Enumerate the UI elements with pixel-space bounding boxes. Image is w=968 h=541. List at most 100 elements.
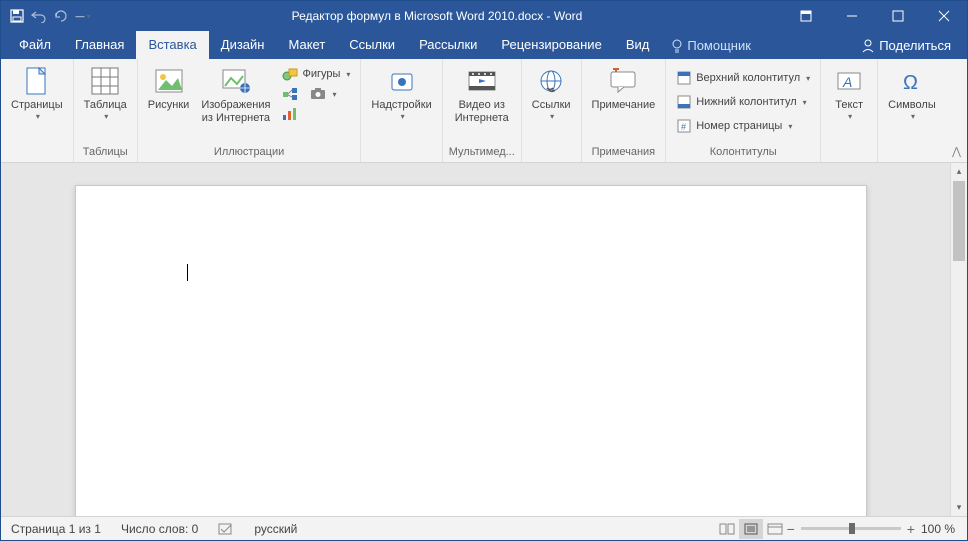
links-button[interactable]: Ссылки (528, 63, 575, 123)
header-icon (676, 70, 692, 86)
tab-view[interactable]: Вид (614, 31, 662, 59)
redo-icon[interactable] (53, 8, 69, 24)
print-layout-icon[interactable] (739, 519, 763, 539)
scroll-thumb[interactable] (953, 181, 965, 261)
zoom-level[interactable]: 100 % (921, 522, 955, 536)
media-group-label: Мультимед... (449, 144, 515, 160)
tab-layout[interactable]: Макет (276, 31, 337, 59)
text-button[interactable]: A Текст (827, 63, 871, 123)
screenshot-button[interactable] (306, 85, 340, 103)
tab-home[interactable]: Главная (63, 31, 136, 59)
group-text: A Текст (821, 59, 878, 162)
group-addins: Надстройки (361, 59, 442, 162)
vertical-scrollbar[interactable]: ▴ ▾ (950, 163, 967, 516)
lightbulb-icon (671, 39, 683, 53)
status-language[interactable]: русский (244, 522, 307, 536)
zoom-slider[interactable] (801, 527, 901, 530)
table-icon (89, 65, 121, 97)
tab-references[interactable]: Ссылки (337, 31, 407, 59)
quick-access-toolbar: ― (1, 8, 91, 24)
document-page[interactable] (75, 185, 867, 516)
shapes-label: Фигуры (302, 68, 340, 80)
page-number-button[interactable]: # Номер страницы (672, 117, 814, 135)
header-label: Верхний колонтитул (696, 72, 800, 84)
group-media: Видео изИнтернета Мультимед... (443, 59, 522, 162)
maximize-icon[interactable] (875, 1, 921, 31)
minimize-icon[interactable] (829, 1, 875, 31)
comment-button[interactable]: Примечание (588, 63, 660, 114)
person-icon (861, 39, 875, 53)
chart-button[interactable] (278, 105, 354, 123)
pages-button[interactable]: Страницы (7, 63, 67, 123)
svg-text:Ω: Ω (903, 72, 918, 94)
svg-text:A: A (842, 74, 852, 90)
status-proofing[interactable] (208, 522, 244, 536)
window-controls (783, 1, 967, 31)
qat-customize-icon[interactable]: ― (75, 8, 91, 24)
table-button[interactable]: Таблица (80, 63, 131, 123)
smartart-icon (282, 86, 298, 102)
screenshot-icon (310, 86, 326, 102)
group-links: Ссылки (522, 59, 582, 162)
tab-design[interactable]: Дизайн (209, 31, 277, 59)
footer-button[interactable]: Нижний колонтитул (672, 93, 814, 111)
addins-button[interactable]: Надстройки (367, 63, 435, 123)
symbols-button[interactable]: Ω Символы (884, 63, 940, 123)
undo-icon[interactable] (31, 8, 47, 24)
group-illustrations: Рисунки Изображенияиз Интернета Фигуры И… (138, 59, 362, 162)
scroll-down-icon[interactable]: ▾ (951, 499, 967, 516)
ribbon-tabs: Файл Главная Вставка Дизайн Макет Ссылки… (1, 31, 967, 59)
close-icon[interactable] (921, 1, 967, 31)
svg-text:#: # (681, 122, 686, 132)
window-title: Редактор формул в Microsoft Word 2010.do… (91, 9, 783, 23)
group-header-footer: Верхний колонтитул Нижний колонтитул # Н… (666, 59, 821, 162)
read-mode-icon[interactable] (715, 519, 739, 539)
status-words[interactable]: Число слов: 0 (111, 522, 208, 536)
video-icon (466, 65, 498, 97)
tell-me[interactable]: Помощник (661, 38, 761, 59)
web-layout-icon[interactable] (763, 519, 787, 539)
page-icon (21, 65, 53, 97)
online-pictures-button[interactable]: Изображенияиз Интернета (197, 63, 274, 127)
tables-group-label: Таблицы (83, 144, 128, 160)
links-label: Ссылки (532, 99, 571, 112)
zoom-in-button[interactable]: + (907, 521, 915, 537)
text-label: Текст (835, 99, 863, 112)
zoom-control: − + 100 % (787, 521, 967, 537)
online-pictures-label-2: из Интернета (202, 112, 270, 124)
scroll-up-icon[interactable]: ▴ (951, 163, 967, 180)
pictures-label: Рисунки (148, 99, 190, 112)
zoom-slider-thumb[interactable] (849, 523, 855, 534)
group-tables: Таблица Таблицы (74, 59, 138, 162)
footer-label: Нижний колонтитул (696, 96, 796, 108)
picture-icon (153, 65, 185, 97)
share-button[interactable]: Поделиться (851, 38, 961, 59)
header-button[interactable]: Верхний колонтитул (672, 69, 814, 87)
collapse-ribbon-icon[interactable]: ⋀ (952, 145, 961, 158)
shapes-button[interactable]: Фигуры (278, 65, 354, 83)
addins-icon (386, 65, 418, 97)
symbol-icon: Ω (896, 65, 928, 97)
table-label: Таблица (84, 99, 127, 112)
video-label-2: Интернета (455, 112, 509, 124)
ribbon-display-options-icon[interactable] (783, 1, 829, 31)
tab-mailings[interactable]: Рассылки (407, 31, 489, 59)
tab-insert[interactable]: Вставка (136, 31, 208, 59)
comment-icon (607, 65, 639, 97)
zoom-out-button[interactable]: − (787, 521, 795, 537)
save-icon[interactable] (9, 8, 25, 24)
tab-review[interactable]: Рецензирование (489, 31, 613, 59)
addins-label: Надстройки (371, 99, 431, 112)
proofing-icon (218, 522, 234, 536)
group-pages: Страницы (1, 59, 74, 162)
footer-icon (676, 94, 692, 110)
status-page[interactable]: Страница 1 из 1 (1, 522, 111, 536)
smartart-button[interactable] (278, 85, 302, 103)
tab-file[interactable]: Файл (7, 31, 63, 59)
online-video-button[interactable]: Видео изИнтернета (451, 63, 513, 127)
pictures-button[interactable]: Рисунки (144, 63, 194, 114)
online-picture-icon (220, 65, 252, 97)
pages-label: Страницы (11, 99, 63, 112)
comments-group-label: Примечания (592, 144, 656, 160)
share-label: Поделиться (879, 38, 951, 53)
